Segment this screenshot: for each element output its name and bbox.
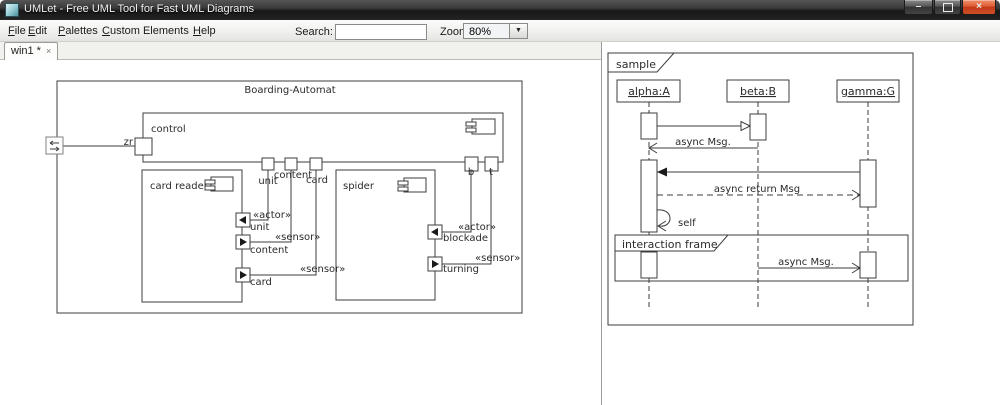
zr-port[interactable] (135, 138, 152, 155)
interface-content-name: content (250, 245, 288, 256)
menu-edit[interactable]: Edit (28, 25, 47, 37)
menu-edit-label: dit (35, 25, 47, 37)
search-label: Search: (295, 26, 333, 38)
menu-custom-elements-label: ustom Elements (110, 25, 189, 37)
menu-file-label: ile (15, 25, 26, 37)
maximize-button[interactable] (934, 0, 961, 15)
lifeline-gamma-label: gamma:G (841, 85, 895, 98)
interface-unit-name: unit (250, 222, 269, 233)
window-title: UMLet - Free UML Tool for Fast UML Diagr… (24, 3, 254, 15)
interaction-frame-label: interaction frame (622, 238, 718, 251)
control-box[interactable] (143, 113, 503, 162)
interface-card-name: card (250, 277, 272, 288)
interface-blockade-stereotype: «actor» (458, 222, 496, 233)
activation-alpha-2[interactable] (641, 160, 657, 232)
spider-label: spider (343, 181, 375, 192)
interface-unit-stereotype: «actor» (253, 210, 291, 221)
window-controls: – × (904, 0, 996, 15)
menu-help-label: elp (201, 25, 216, 37)
interface-turning-stereotype: «sensor» (475, 253, 520, 264)
interface-turning-name: turning (443, 264, 479, 275)
minimize-icon: – (916, 1, 922, 12)
menu-help-mnemonic: H (193, 25, 201, 37)
message-self-label: self (678, 218, 696, 229)
diagram-svg: Boarding-Automat control zr unit (0, 42, 1000, 405)
zoom-dropdown-button[interactable]: ▼ (509, 23, 528, 39)
interface-unit[interactable] (236, 213, 250, 227)
minimize-button[interactable]: – (904, 0, 933, 15)
interface-blockade[interactable] (428, 225, 442, 239)
lifeline-beta-label: beta:B (740, 85, 776, 98)
interface-content[interactable] (236, 235, 250, 249)
menu-palettes[interactable]: Palettes (58, 25, 98, 37)
port-unit[interactable] (262, 158, 274, 170)
message-async-return-label: async return Msg (714, 184, 800, 195)
activation-gamma-1[interactable] (860, 160, 876, 207)
menu-custom-elements-mnemonic: C (102, 25, 110, 37)
lifeline-alpha-label: alpha:A (628, 85, 670, 98)
menu-help[interactable]: Help (193, 25, 216, 37)
activation-gamma-2[interactable] (860, 252, 876, 278)
menu-palettes-label: alettes (65, 25, 97, 37)
close-button[interactable]: × (962, 0, 996, 15)
interface-turning[interactable] (428, 257, 442, 271)
umlet-app-icon (5, 3, 19, 17)
interface-content-stereotype: «sensor» (275, 232, 320, 243)
maximize-icon (943, 3, 953, 12)
card-reader-label: card reader (150, 181, 209, 192)
boarding-automat-title: Boarding-Automat (244, 85, 335, 96)
message-async1-label: async Msg. (675, 137, 731, 148)
chevron-down-icon: ▼ (515, 27, 522, 34)
interface-element[interactable] (46, 137, 63, 154)
search-input[interactable] (335, 24, 427, 40)
port-card-label: card (306, 175, 328, 186)
port-card[interactable] (310, 158, 322, 170)
port-content[interactable] (285, 158, 297, 170)
activation-beta-1[interactable] (750, 114, 766, 140)
close-icon: × (976, 1, 982, 12)
titlebar: UMLet - Free UML Tool for Fast UML Diagr… (0, 0, 1000, 20)
activation-alpha-3[interactable] (641, 252, 657, 278)
menu-bar: File Edit Palettes Custom Elements Help … (0, 20, 1000, 42)
interface-blockade-name: blockade (443, 233, 488, 244)
menu-file[interactable]: File (8, 25, 26, 37)
menu-file-mnemonic: F (8, 25, 15, 37)
activation-alpha-1[interactable] (641, 113, 657, 139)
zoom-select[interactable]: 80% (463, 23, 509, 39)
control-label: control (151, 124, 186, 135)
sample-frame-label: sample (616, 58, 656, 71)
interface-card-stereotype: «sensor» (300, 264, 345, 275)
menu-custom-elements[interactable]: Custom Elements (102, 25, 189, 37)
diagram-canvas[interactable]: win1 *× Boarding-Automat control zr (0, 42, 1000, 405)
message-async2-label: async Msg. (778, 257, 834, 268)
zr-label: zr (124, 137, 134, 148)
interface-card[interactable] (236, 268, 250, 282)
